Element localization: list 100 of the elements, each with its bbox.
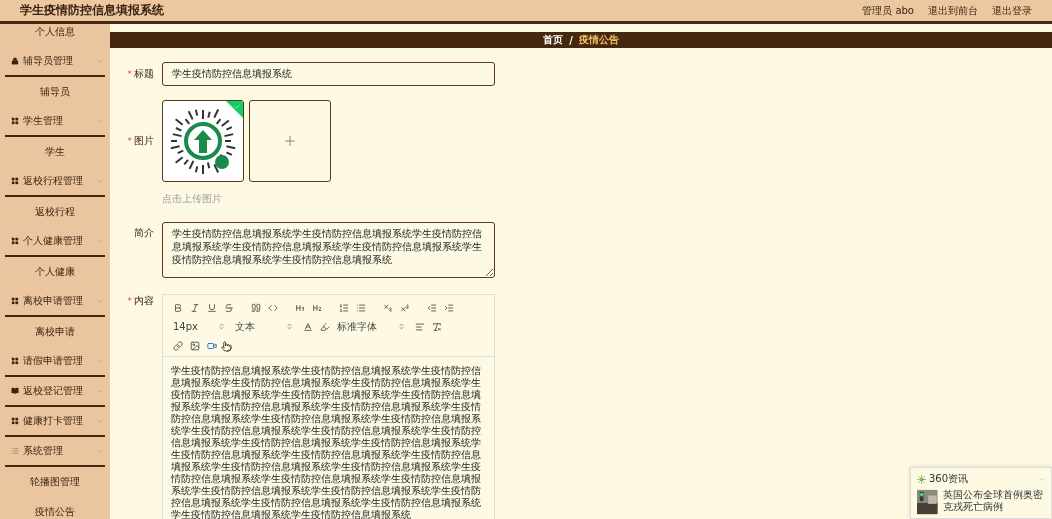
breadcrumb-item[interactable]: 疫情公告 (578, 33, 619, 47)
sidebar-item[interactable]: 学生 (0, 137, 110, 167)
editor-content[interactable]: 学生疫情防控信息填报系统学生疫情防控信息填报系统学生疫情防控信息填报系统学生疫情防控信息填报系统学生疫情防控信息填报系统学生疫情防控信息填报系统学生疫情防控信息填报系统学生疫情防控信息填报系统学生疫情防控信息填报系统学生疫情防控信息填报系统学生疫情防控信息填报系统学生疫情防控信息填报系统学生疫情防控信息填报系统学生疫情防控信息填报系统学生疫情防控信息填报系统学生疫情防控信息填报系统学生疫情防控信息填报系统学生疫情防控信息填报系统学生疫情防控信息填报系统学生疫情防控信息填报系统学生疫情防控信息填报系统学生疫情防控信息填报系统学生疫情防控信息填报系统学生疫情防控信息填报系统学生疫情防控信息填报系统学生疫情防控信息填报系统学生疫情防控信息填报系统学生疫情防控信息填报系统学生疫情防控信息填报系统学生疫情防控信息填报系统学生疫情防控信息填报系统学生疫情防控信息填报系统学生疫情防控信息填报系统 (163, 357, 494, 519)
select-arrows-icon (286, 323, 293, 330)
chevron-icon (96, 297, 103, 305)
sidebar-group[interactable]: 请假申请管理 (5, 347, 105, 377)
upload-button[interactable] (249, 100, 331, 182)
sidebar-item[interactable]: 个人信息 (0, 24, 110, 47)
list-icon (11, 447, 19, 455)
toolbar-select[interactable]: 标准字体 (335, 320, 407, 333)
lock-icon (11, 57, 19, 65)
news-headline[interactable]: 英国公布全球首例奥密克戎死亡病例 (942, 489, 1045, 515)
numbered-list-icon (338, 302, 349, 313)
toolbar-button[interactable] (413, 320, 426, 333)
sidebar-group[interactable]: 个人健康管理 (5, 227, 105, 257)
chevron-icon (1038, 475, 1045, 483)
toolbar-button[interactable] (381, 301, 394, 314)
toolbar-button[interactable] (249, 301, 262, 314)
chevron-icon (96, 237, 103, 245)
indent-icon (443, 302, 454, 313)
grid-icon (11, 117, 19, 125)
quote-icon (250, 302, 261, 313)
video-icon (206, 340, 217, 351)
required-mark: * (127, 136, 132, 146)
sidebar-item[interactable]: 辅导员 (0, 77, 110, 107)
image-icon (189, 340, 200, 351)
toolbar-button[interactable] (337, 301, 350, 314)
header-link[interactable]: 退出登录 (992, 3, 1032, 18)
superscript-icon (399, 302, 410, 313)
toolbar-button[interactable] (430, 320, 443, 333)
toolbar-button[interactable] (398, 301, 411, 314)
field-label: 简介 (134, 226, 154, 240)
select-arrows-icon (218, 323, 225, 330)
sidebar-item[interactable]: 轮播图管理 (0, 467, 110, 497)
sidebar-item[interactable]: 离校申请 (0, 317, 110, 347)
breadcrumb-separator: / (569, 34, 573, 46)
toolbar-button[interactable] (442, 301, 455, 314)
grid-icon (11, 297, 19, 305)
grid-icon (11, 177, 19, 185)
sidebar-group[interactable]: 离校申请管理 (5, 287, 105, 317)
toolbar-button[interactable] (205, 301, 218, 314)
link-icon (172, 340, 183, 351)
toolbar-select[interactable]: 文本 (233, 320, 295, 333)
sidebar-group[interactable]: 返校登记管理 (5, 377, 105, 407)
sidebar-group[interactable]: 返校行程管理 (5, 167, 105, 197)
heading-one-icon (294, 302, 305, 313)
sidebar-group[interactable]: 健康打卡管理 (5, 407, 105, 437)
heading-two-icon (311, 302, 322, 313)
header-link[interactable]: 退出到前台 (928, 3, 978, 18)
required-mark: * (127, 69, 132, 79)
check-icon (234, 103, 241, 110)
chevron-icon (96, 387, 103, 395)
grid-icon (11, 357, 19, 365)
align-icon (414, 321, 425, 332)
required-mark: * (127, 296, 132, 306)
toolbar-button[interactable] (188, 339, 201, 352)
plus-icon (282, 133, 298, 149)
toolbar-button[interactable] (354, 301, 367, 314)
chevron-icon (96, 57, 103, 65)
book-icon (11, 387, 19, 395)
bullet-list-icon (355, 302, 366, 313)
sidebar-item[interactable]: 个人健康 (0, 257, 110, 287)
upload-hint: 点击上传图片 (162, 192, 222, 206)
breadcrumb-item[interactable]: 首页 (543, 33, 564, 47)
admin-user: 管理员 abo (862, 3, 914, 18)
italic-icon (189, 302, 200, 313)
text-color-icon (302, 321, 313, 332)
select-arrows-icon (398, 323, 405, 330)
sidebar-group[interactable]: 系统管理 (5, 437, 105, 467)
toolbar-select[interactable]: 14px (171, 320, 227, 333)
grid-icon (11, 417, 19, 425)
app-title: 学生疫情防控信息填报系统 (20, 2, 164, 19)
toolbar-button[interactable] (301, 320, 314, 333)
strikethrough-icon (223, 302, 234, 313)
toolbar-button[interactable] (318, 320, 331, 333)
bold-icon (172, 302, 183, 313)
clear-format-icon (431, 321, 442, 332)
field-label: 图片 (134, 134, 154, 148)
toolbar-button[interactable] (188, 301, 201, 314)
sidebar-group[interactable]: 学生管理 (5, 107, 105, 137)
news-source: 360资讯 (929, 472, 969, 486)
toolbar-button[interactable] (222, 301, 235, 314)
chevron-icon (96, 117, 103, 125)
news-logo-icon (917, 474, 926, 484)
underline-icon (206, 302, 217, 313)
toolbar-button[interactable] (425, 301, 438, 314)
toolbar-button[interactable] (171, 339, 184, 352)
subscript-icon (382, 302, 393, 313)
field-label: 标题 (134, 67, 154, 81)
sidebar-item[interactable]: 疫情公告 (0, 497, 110, 519)
title-field[interactable]: 学生疫情防控信息填报系统 (162, 62, 495, 86)
brief-field[interactable]: 学生疫情防控信息填报系统学生疫情防控信息填报系统学生疫情防控信息填报系统学生疫情防控信息填报系统学生疫情防控信息填报系统学生疫情防控信息填报系统学生疫情防控信息填报系统 (162, 222, 495, 278)
sidebar-item[interactable]: 返校行程 (0, 197, 110, 227)
chevron-icon (96, 447, 103, 455)
field-label: 内容 (134, 294, 154, 308)
highlighter-icon (319, 321, 330, 332)
outdent-icon (426, 302, 437, 313)
sidebar-group[interactable]: 辅导员管理 (5, 47, 105, 77)
chevron-icon (96, 177, 103, 185)
grid-icon (11, 237, 19, 245)
